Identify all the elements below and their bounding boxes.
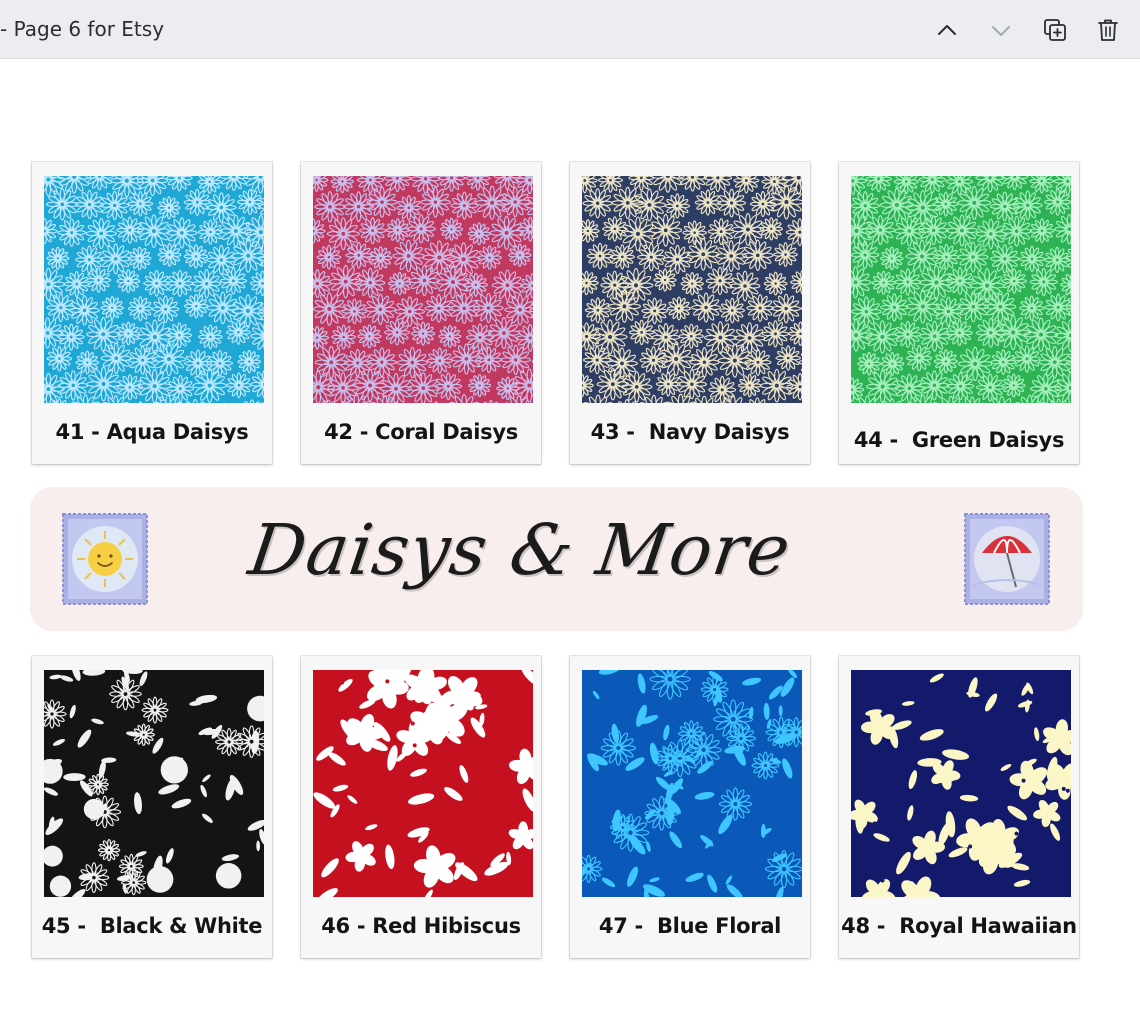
page-title: - Page 6 for Etsy bbox=[0, 17, 165, 41]
swatch-label: 44 - Green Daisys bbox=[853, 428, 1065, 452]
swatch-label: 47 - Blue Floral bbox=[598, 914, 782, 938]
fabric-swatch-card[interactable]: 46 - Red Hibiscus bbox=[301, 656, 541, 958]
chevron-down-icon bbox=[990, 19, 1012, 41]
swatch-label: 45 - Black & White bbox=[41, 914, 263, 938]
fabric-swatch-card[interactable]: 41 - Aqua Daisys bbox=[32, 162, 272, 464]
section-banner[interactable]: Daisys & More bbox=[30, 487, 1083, 631]
banner-title: Daisys & More bbox=[244, 509, 796, 591]
chevron-up-icon bbox=[936, 19, 958, 41]
page-toolbar: - Page 6 for Etsy bbox=[0, 0, 1140, 59]
fabric-swatch-card[interactable]: 43 - Navy Daisys bbox=[570, 162, 810, 464]
fabric-swatch-card[interactable]: 45 - Black & White bbox=[32, 656, 272, 958]
delete-page-button[interactable] bbox=[1090, 12, 1126, 48]
fabric-swatch-image bbox=[313, 670, 533, 897]
fabric-swatch-image bbox=[44, 176, 264, 403]
fabric-swatch-image bbox=[851, 670, 1071, 897]
fabric-swatch-image bbox=[851, 176, 1071, 403]
fabric-swatch-image bbox=[582, 176, 802, 403]
move-page-down-button[interactable] bbox=[983, 12, 1019, 48]
move-page-up-button[interactable] bbox=[929, 12, 965, 48]
trash-icon bbox=[1096, 17, 1120, 43]
swatch-label: 46 - Red Hibiscus bbox=[321, 914, 521, 938]
umbrella-stamp-icon bbox=[964, 513, 1050, 605]
fabric-swatch-image bbox=[582, 670, 802, 897]
swatch-label: 48 - Royal Hawaiian bbox=[841, 914, 1077, 938]
swatch-label: 43 - Navy Daisys bbox=[590, 420, 790, 444]
fabric-swatch-image bbox=[44, 670, 264, 897]
duplicate-page-icon bbox=[1042, 17, 1068, 43]
fabric-swatch-card[interactable]: 44 - Green Daisys bbox=[839, 162, 1079, 464]
fabric-swatch-image bbox=[313, 176, 533, 403]
swatch-label: 41 - Aqua Daisys bbox=[55, 420, 249, 444]
fabric-swatch-card[interactable]: 42 - Coral Daisys bbox=[301, 162, 541, 464]
duplicate-page-button[interactable] bbox=[1037, 12, 1073, 48]
fabric-swatch-card[interactable]: 47 - Blue Floral bbox=[570, 656, 810, 958]
sun-stamp-icon bbox=[62, 513, 148, 605]
fabric-swatch-card[interactable]: 48 - Royal Hawaiian bbox=[839, 656, 1079, 958]
swatch-label: 42 - Coral Daisys bbox=[324, 420, 518, 444]
